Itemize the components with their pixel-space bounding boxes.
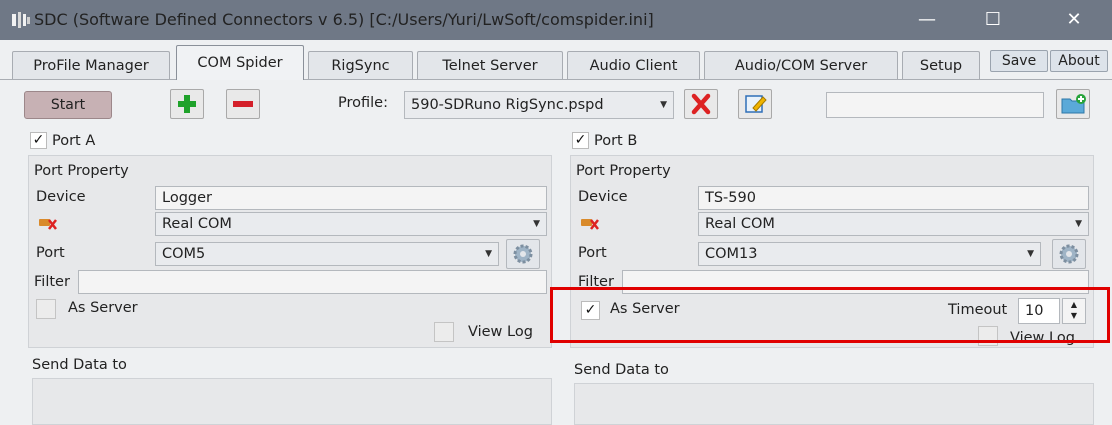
chevron-down-icon: ▼ xyxy=(1027,249,1034,259)
minimize-button[interactable]: — xyxy=(898,0,956,40)
port-a-filter-input[interactable] xyxy=(78,270,547,294)
port-b-label: Port B xyxy=(594,133,638,149)
profile-label: Profile: xyxy=(338,95,388,111)
port-b-connector-icon xyxy=(581,219,599,230)
port-a-port-select[interactable]: COM5 ▼ xyxy=(155,242,499,266)
port-a-filter-label: Filter xyxy=(34,274,70,290)
about-button[interactable]: About xyxy=(1050,50,1108,72)
tab-setup[interactable]: Setup xyxy=(902,51,980,79)
app-icon xyxy=(12,12,30,28)
port-a-send-data-list[interactable] xyxy=(32,378,552,425)
path-input[interactable] xyxy=(826,92,1044,118)
profile-select[interactable]: 590-SDRuno RigSync.pspd ▼ xyxy=(404,91,674,119)
port-a-section-title: Port Property xyxy=(34,163,129,179)
port-a-connector-icon xyxy=(39,219,57,230)
port-b-checkbox[interactable]: ✓ xyxy=(572,132,589,149)
tab-telnet-server[interactable]: Telnet Server xyxy=(417,51,563,79)
gear-icon xyxy=(513,244,533,264)
open-folder-button[interactable] xyxy=(1056,89,1090,119)
chevron-down-icon: ▼ xyxy=(660,100,667,110)
delete-profile-button[interactable] xyxy=(684,89,718,119)
port-b-settings-button[interactable] xyxy=(1052,239,1086,269)
port-a-label: Port A xyxy=(52,133,96,149)
port-b-port-label: Port xyxy=(578,245,607,261)
port-a-type-select[interactable]: Real COM ▼ xyxy=(155,212,547,236)
port-a-as-server-checkbox[interactable] xyxy=(36,299,56,319)
red-x-icon xyxy=(691,93,711,115)
tab-audio-client[interactable]: Audio Client xyxy=(567,51,700,79)
port-a-settings-button[interactable] xyxy=(506,239,540,269)
port-a-port-value: COM5 xyxy=(162,246,206,262)
port-a-send-data-label: Send Data to xyxy=(32,357,127,373)
tab-audio-com-server[interactable]: Audio/COM Server xyxy=(704,51,898,79)
port-a-view-log-checkbox[interactable] xyxy=(434,322,454,342)
add-button[interactable] xyxy=(170,89,204,119)
tab-rigsync[interactable]: RigSync xyxy=(308,51,413,79)
port-b-type-value: Real COM xyxy=(705,216,775,232)
tab-profile-manager[interactable]: ProFile Manager xyxy=(12,51,170,79)
chevron-down-icon: ▼ xyxy=(485,249,492,259)
edit-icon xyxy=(745,95,767,113)
save-button[interactable]: Save xyxy=(990,50,1048,72)
chevron-down-icon: ▼ xyxy=(1075,219,1082,229)
plus-icon xyxy=(178,95,196,113)
window-title: SDC (Software Defined Connectors v 6.5) … xyxy=(34,10,654,29)
port-b-type-select[interactable]: Real COM ▼ xyxy=(698,212,1089,236)
port-b-device-label: Device xyxy=(578,189,628,205)
port-b-port-value: COM13 xyxy=(705,246,758,262)
port-a-checkbox[interactable]: ✓ xyxy=(30,132,47,149)
tab-com-spider[interactable]: COM Spider xyxy=(176,45,304,81)
edit-profile-button[interactable] xyxy=(738,89,772,119)
port-a-port-label: Port xyxy=(36,245,65,261)
profile-value: 590-SDRuno RigSync.pspd xyxy=(411,97,604,113)
start-button[interactable]: Start xyxy=(24,91,112,119)
port-b-section-title: Port Property xyxy=(576,163,671,179)
port-b-port-select[interactable]: COM13 ▼ xyxy=(698,242,1041,266)
maximize-button[interactable]: ☐ xyxy=(964,0,1022,40)
port-b-send-data-label: Send Data to xyxy=(574,362,669,378)
close-button[interactable]: ✕ xyxy=(1045,0,1103,40)
port-a-device-input[interactable]: Logger xyxy=(155,186,547,210)
highlight-box xyxy=(550,287,1110,343)
port-b-send-data-list[interactable] xyxy=(574,383,1094,425)
folder-add-icon xyxy=(1061,94,1086,114)
remove-button[interactable] xyxy=(226,89,260,119)
port-b-device-input[interactable]: TS-590 xyxy=(698,186,1089,210)
port-a-as-server-label: As Server xyxy=(68,300,138,316)
chevron-down-icon: ▼ xyxy=(533,219,540,229)
port-a-view-log-label: View Log xyxy=(468,324,533,340)
gear-icon xyxy=(1059,244,1079,264)
port-a-type-value: Real COM xyxy=(162,216,232,232)
port-a-device-label: Device xyxy=(36,189,86,205)
minus-icon xyxy=(233,101,253,107)
